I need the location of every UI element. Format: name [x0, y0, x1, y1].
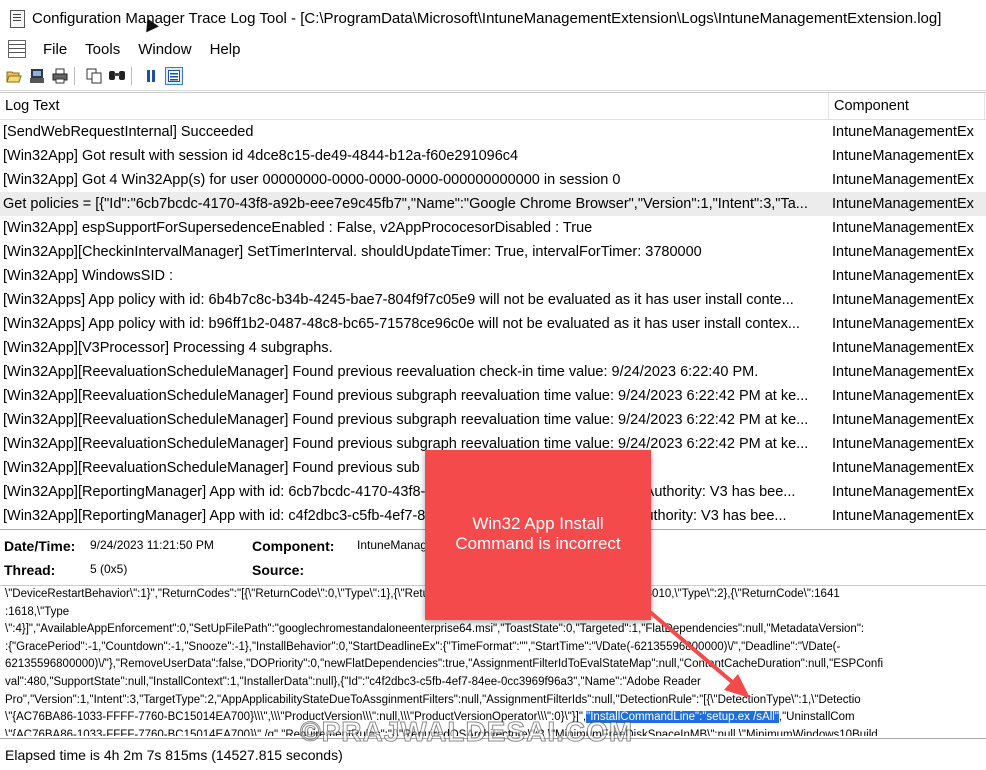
component-cell: IntuneManagementEx	[832, 460, 974, 476]
log-text-cell: Get policies = [{"Id":"6cb7bcdc-4170-43f…	[3, 196, 808, 212]
component-cell: IntuneManagementEx	[832, 316, 974, 332]
component-cell: IntuneManagementEx	[832, 436, 974, 452]
menu-tools[interactable]: Tools	[76, 41, 129, 58]
component-cell: IntuneManagementEx	[832, 364, 974, 380]
find-icon[interactable]	[108, 67, 126, 85]
detail-line-tail: ,"UninstallCom	[778, 711, 855, 724]
toolbar-separator	[74, 67, 75, 85]
log-row[interactable]: [Win32App][CheckinIntervalManager] SetTi…	[0, 240, 986, 264]
component-label: Component:	[252, 538, 335, 554]
log-row[interactable]: [Win32App][ReevaluationScheduleManager] …	[0, 408, 986, 432]
column-header-log-text[interactable]: Log Text	[0, 93, 829, 119]
log-text-cell: [Win32App] WindowsSID :	[3, 268, 174, 284]
toolbar	[0, 62, 986, 91]
pause-icon[interactable]	[142, 67, 160, 85]
component-cell: IntuneManagementEx	[832, 220, 974, 236]
log-text-cell: [Win32App] espSupportForSupersedenceEnab…	[3, 220, 593, 236]
log-text-cell: [Win32Apps] App policy with id: b96ff1b2…	[3, 316, 800, 332]
detail-line: \":4}]","AvailableAppEnforcement":0,"Set…	[5, 623, 865, 636]
log-text-cell: [Win32App][ReevaluationScheduleManager] …	[3, 412, 809, 428]
component-cell: IntuneManagementEx	[832, 124, 974, 140]
log-text-cell: [Win32App][ReportingManager] App with id…	[3, 484, 796, 500]
log-row[interactable]: [Win32Apps] App policy with id: 6b4b7c8c…	[0, 288, 986, 312]
detail-line: 62135596800000)\/"},"RemoveUserData":fal…	[5, 658, 884, 671]
details-pane-icon[interactable]	[165, 67, 183, 85]
menu-help[interactable]: Help	[201, 41, 250, 58]
thread-label: Thread:	[4, 562, 56, 578]
menu-file[interactable]: File	[34, 41, 76, 58]
datetime-value: 9/24/2023 11:21:50 PM	[90, 538, 214, 552]
log-row[interactable]: [Win32App][ReevaluationScheduleManager] …	[0, 360, 986, 384]
log-text-cell: [Win32App][ReevaluationScheduleManager] …	[3, 364, 759, 380]
datetime-label: Date/Time:	[4, 538, 76, 554]
log-row[interactable]: [Win32App] espSupportForSupersedenceEnab…	[0, 216, 986, 240]
log-text-cell: [Win32App][CheckinIntervalManager] SetTi…	[3, 244, 702, 260]
log-text-cell: [Win32App] Got 4 Win32App(s) for user 00…	[3, 172, 621, 188]
log-row[interactable]: [Win32App][ReevaluationScheduleManager] …	[0, 384, 986, 408]
component-cell: IntuneManagementEx	[832, 292, 974, 308]
column-header-component[interactable]: Component	[829, 93, 985, 119]
component-cell: IntuneManagementEx	[832, 268, 974, 284]
log-text-cell: [Win32App][ReevaluationScheduleManager] …	[3, 436, 809, 452]
component-value: IntuneManagementExtension	[357, 538, 427, 552]
watermark: ©PRAJWALDESAI.COM	[299, 716, 634, 748]
component-cell: IntuneManagementEx	[832, 412, 974, 428]
open-icon[interactable]	[5, 67, 23, 85]
print-icon[interactable]	[51, 67, 69, 85]
thread-value: 5 (0x5)	[90, 562, 128, 576]
log-row[interactable]: [Win32Apps] App policy with id: b96ff1b2…	[0, 312, 986, 336]
grid-header: Log Text Component	[0, 93, 986, 120]
log-row[interactable]: Get policies = [{"Id":"6cb7bcdc-4170-43f…	[0, 192, 986, 216]
component-cell: IntuneManagementEx	[832, 388, 974, 404]
log-row[interactable]: [Win32App][V3Processor] Processing 4 sub…	[0, 336, 986, 360]
system-menu-icon[interactable]	[8, 40, 26, 58]
log-text-cell: [Win32App][ReevaluationScheduleManager] …	[3, 388, 809, 404]
component-cell: IntuneManagementEx	[832, 172, 974, 188]
toolbar-separator	[131, 67, 132, 85]
log-text-cell: [SendWebRequestInternal] Succeeded	[3, 124, 254, 140]
log-text-cell: [Win32App][V3Processor] Processing 4 sub…	[3, 340, 333, 356]
detail-line: Pro","Version":1,"Intent":3,"TargetType"…	[5, 693, 861, 706]
detail-line: :{"GracePeriod":-1,"Countdown":-1,"Snooz…	[5, 640, 841, 653]
log-row[interactable]: [Win32App] WindowsSID : IntuneManagementE…	[0, 264, 986, 288]
component-cell: IntuneManagementEx	[832, 196, 974, 212]
component-cell: IntuneManagementEx	[832, 508, 974, 524]
menu-bar: File Tools Window Help	[0, 36, 986, 62]
app-log-icon	[8, 9, 26, 28]
log-row[interactable]: [SendWebRequestInternal] Succeeded Intune…	[0, 120, 986, 144]
log-text-cell: [Win32Apps] App policy with id: 6b4b7c8c…	[3, 292, 794, 308]
log-row[interactable]: [Win32App] Got result with session id 4d…	[0, 144, 986, 168]
copy-icon[interactable]	[85, 67, 103, 85]
elapsed-time-text: Elapsed time is 4h 2m 7s 815ms (14527.81…	[5, 746, 343, 763]
callout-line-1: Win32 App Install	[472, 514, 604, 533]
component-cell: IntuneManagementEx	[832, 148, 974, 164]
log-text-cell: [Win32App][ReevaluationScheduleManager] …	[3, 460, 420, 476]
component-cell: IntuneManagementEx	[832, 244, 974, 260]
source-label: Source:	[252, 562, 305, 578]
component-cell: IntuneManagementEx	[832, 484, 974, 500]
callout-line-2: Command is incorrect	[455, 534, 621, 553]
annotation-callout: Win32 App Install Command is incorrect	[425, 450, 651, 620]
log-text-cell: [Win32App] Got result with session id 4d…	[3, 148, 519, 164]
detail-line: val":480,"SupportState":null,"InstallCon…	[5, 675, 701, 688]
print-preview-icon[interactable]	[28, 67, 46, 85]
component-cell: IntuneManagementEx	[832, 340, 974, 356]
menu-window[interactable]: Window	[129, 41, 200, 58]
window-title: Configuration Manager Trace Log Tool - […	[32, 9, 942, 27]
log-text-cell: [Win32App][ReportingManager] App with id…	[3, 508, 787, 524]
log-row[interactable]: [Win32App] Got 4 Win32App(s) for user 00…	[0, 168, 986, 192]
